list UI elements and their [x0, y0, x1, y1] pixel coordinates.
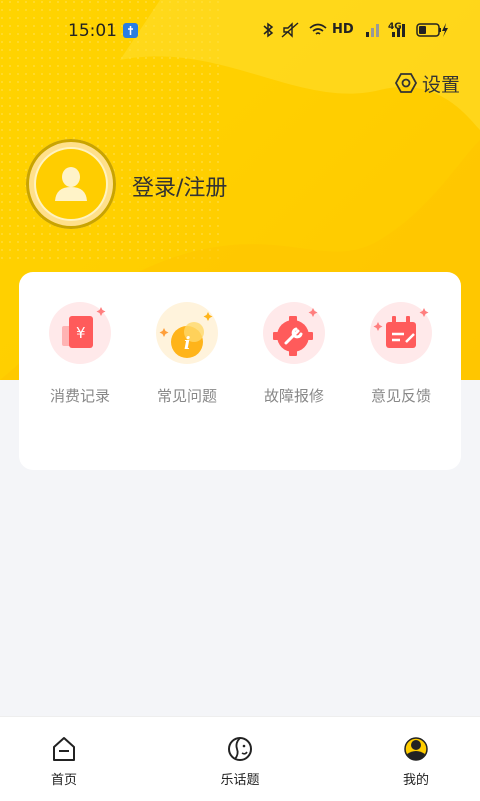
- service-card: ¥ 消费记录 i 常见问题 故障报修 意见反馈: [19, 272, 461, 470]
- tab-label: 首页: [50, 773, 77, 788]
- feature-label: 常见问题: [156, 387, 217, 405]
- feature-label: 故障报修: [263, 387, 324, 405]
- wrench-gear-icon: [273, 308, 318, 356]
- home-icon: [53, 737, 75, 761]
- status-bar: 15:01 HD 4G: [0, 0, 480, 62]
- battery-icon: [416, 23, 448, 37]
- avatar[interactable]: [26, 139, 116, 229]
- tab-label: 我的: [402, 773, 429, 788]
- bluetooth-icon: [263, 22, 274, 38]
- receipt-yen-icon: ¥: [62, 307, 106, 348]
- network-4g-label: 4G: [388, 22, 402, 32]
- settings-button[interactable]: 设置: [394, 69, 460, 97]
- login-register-link[interactable]: 登录/注册: [132, 170, 227, 202]
- feature-label: 消费记录: [49, 387, 110, 405]
- feature-consumption-records[interactable]: ¥ 消费记录: [27, 300, 133, 410]
- mute-icon: [281, 22, 299, 38]
- svg-text:i: i: [184, 334, 190, 354]
- wifi-icon: [309, 23, 327, 35]
- network-hd-label: HD: [332, 22, 354, 37]
- signal-icon-1: [366, 24, 379, 37]
- feature-faq[interactable]: i 常见问题: [134, 300, 240, 410]
- settings-hexagon-icon: [394, 73, 418, 93]
- tab-mine[interactable]: 我的: [376, 735, 456, 795]
- default-user-icon: [55, 167, 87, 201]
- usb-icon: [123, 23, 138, 38]
- topic-face-icon: [228, 737, 252, 761]
- tab-topics[interactable]: 乐话题: [200, 735, 280, 795]
- feedback-icon: [373, 308, 429, 348]
- settings-label: 设置: [422, 73, 461, 96]
- tab-home[interactable]: 首页: [24, 735, 104, 795]
- feature-label: 意见反馈: [370, 387, 431, 405]
- feature-feedback[interactable]: 意见反馈: [348, 300, 454, 410]
- bottom-tab-bar: 首页 乐话题 我的: [0, 716, 480, 801]
- svg-text:¥: ¥: [76, 324, 86, 342]
- tab-label: 乐话题: [220, 773, 260, 788]
- profile-icon: [404, 737, 428, 761]
- info-icon: i: [159, 312, 213, 358]
- feature-repair[interactable]: 故障报修: [241, 300, 347, 410]
- status-time: 15:01: [68, 21, 117, 41]
